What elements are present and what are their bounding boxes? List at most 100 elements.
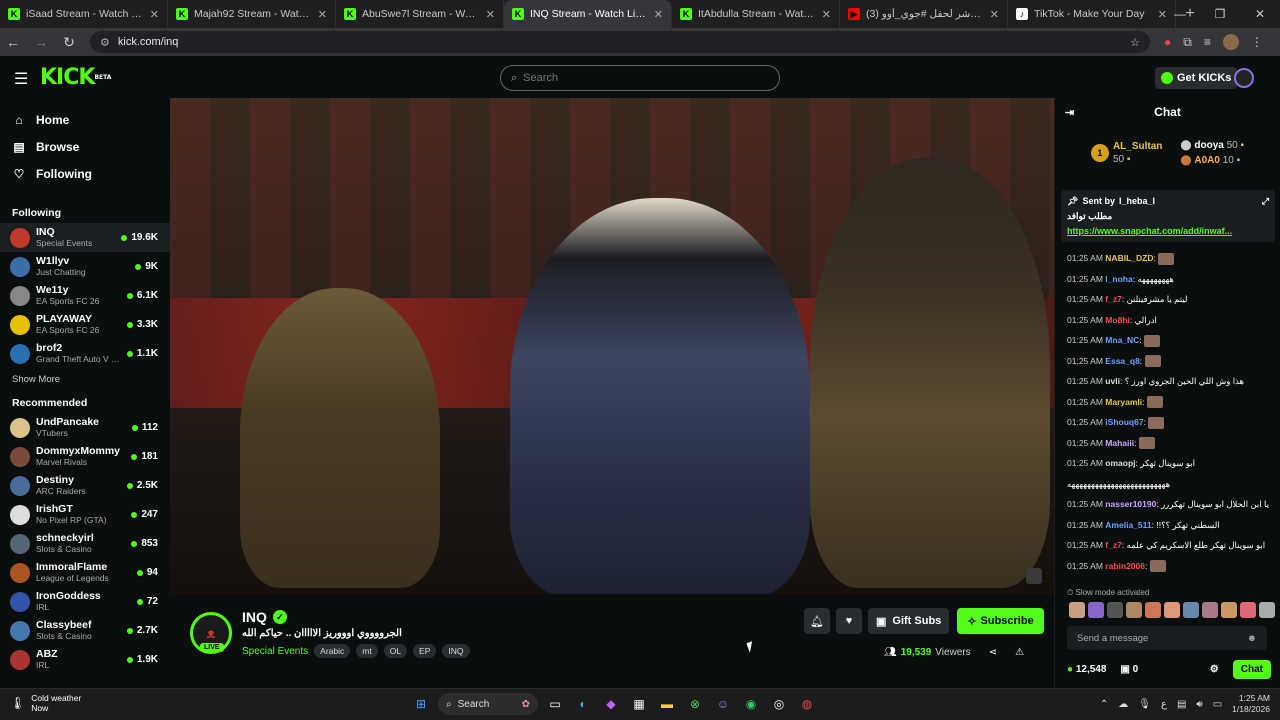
emote-button[interactable] (1088, 602, 1104, 618)
leaderboard-second[interactable]: ⬤ dooya 50 ▪ (1180, 138, 1244, 153)
tab-close-icon[interactable]: ✕ (486, 8, 495, 21)
bookmark-star-icon[interactable]: ☆ (1130, 36, 1140, 49)
browser-tab[interactable]: K ItAbdulla Stream - Watch Live ✕ (672, 0, 840, 28)
hamburger-menu-icon[interactable]: ☰ (14, 69, 28, 89)
get-kicks-button[interactable]: Get KICKs (1155, 67, 1238, 89)
kicks-balance[interactable]: ● 12,548 (1067, 664, 1106, 675)
channel-item[interactable]: schneckyirl Slots & Casino 853 (0, 529, 170, 558)
search-input[interactable] (523, 72, 744, 84)
back-icon[interactable]: ← (6, 34, 20, 50)
player-overlay-icon[interactable] (1026, 568, 1042, 584)
site-info-icon[interactable]: ⚙ (100, 36, 110, 49)
reload-icon[interactable]: ↻ (62, 34, 76, 51)
emote-button[interactable] (1183, 602, 1199, 618)
channel-item[interactable]: We11y EA Sports FC 26 6.1K (0, 281, 170, 310)
browser-tab[interactable]: KiSaad Stream - Watch Live on K ✕ (0, 0, 168, 28)
copilot-icon[interactable]: ◆ (600, 693, 622, 715)
chat-send-button[interactable]: Chat (1232, 660, 1271, 679)
stream-tag[interactable]: INQ (442, 644, 470, 658)
mic-icon[interactable]: 🎙︎ (1138, 699, 1151, 710)
network-icon[interactable]: ▤ (1177, 699, 1186, 710)
emote-button[interactable] (1069, 602, 1085, 618)
battery-icon[interactable]: ▭ (1213, 699, 1222, 710)
leaderboard-first[interactable]: 1 AL_Sultan 50 ▪ (1090, 140, 1162, 166)
weather-widget[interactable]: 🌡︎ Cold weather Now (10, 693, 81, 713)
tab-close-icon[interactable]: ✕ (318, 8, 327, 21)
stream-category-link[interactable]: Special Events (242, 646, 308, 657)
emote-button[interactable] (1126, 602, 1142, 618)
message-user[interactable]: nasser10190 (1105, 499, 1156, 509)
emote-button[interactable] (1202, 602, 1218, 618)
emote-button[interactable] (1221, 602, 1237, 618)
pinned-link[interactable]: https://www.snapchat.com/add/inwaf... (1067, 224, 1269, 239)
message-user[interactable]: uvli (1105, 376, 1120, 386)
leaderboard-third[interactable]: ⬤ A0A0 10 ▪ (1180, 153, 1244, 168)
message-user[interactable]: rabin2006 (1105, 561, 1145, 571)
stream-tag[interactable]: OL (383, 644, 408, 658)
message-user[interactable]: Mna_NC (1105, 335, 1139, 345)
message-user[interactable]: Mahaiii (1105, 438, 1134, 448)
stream-tag[interactable]: EP (413, 644, 437, 658)
cloud-icon[interactable]: ☁ (1118, 699, 1128, 710)
emote-button[interactable] (1240, 602, 1256, 618)
message-user[interactable]: Maryamli (1105, 397, 1142, 407)
gift-balance[interactable]: ▣ 0 (1120, 664, 1138, 675)
stream-tag[interactable]: mt (356, 644, 378, 658)
emote-button[interactable] (1259, 602, 1275, 618)
sidebar-item-following[interactable]: ♡ Following (0, 160, 170, 187)
message-user[interactable]: l_noha (1105, 274, 1132, 284)
tab-close-icon[interactable]: ✕ (654, 8, 663, 21)
volume-icon[interactable]: 🔊︎ (1196, 699, 1202, 710)
message-user[interactable]: iShouq67 (1105, 417, 1143, 427)
video-player[interactable] (170, 98, 1054, 594)
taskbar-search[interactable]: ⌕ Search ✿ (438, 693, 538, 715)
message-user[interactable]: f_z7 (1105, 540, 1122, 550)
show-more-link[interactable]: Show More (0, 368, 170, 389)
file-explorer-icon[interactable]: ▬ (656, 693, 678, 715)
browser-tab[interactable]: K Majah92 Stream - Watch Live o ✕ (168, 0, 336, 28)
collapse-chat-icon[interactable]: ⇥ (1065, 106, 1074, 119)
message-user[interactable]: Mo8hi (1105, 315, 1130, 325)
channel-item[interactable]: Classybeef Slots & Casino 2.7K (0, 616, 170, 645)
follow-heart-button[interactable]: ♥ (836, 608, 862, 634)
message-user[interactable]: Amelia_511 (1105, 520, 1151, 530)
channel-name[interactable]: INQ (242, 609, 267, 625)
channel-item[interactable]: ABZ IRL 1.9K (0, 645, 170, 674)
media-control-icon[interactable]: ≡ (1204, 35, 1211, 49)
channel-item[interactable]: UndPancake VTubers 112 (0, 413, 170, 442)
clock[interactable]: 1:25 AM 1/18/2026 (1232, 693, 1270, 715)
pinned-message[interactable]: 📌︎ Sent by l_heba_l ⤢ مطلب توافد https:/… (1061, 190, 1275, 242)
kick-logo[interactable]: KICKBETA (40, 67, 111, 89)
tab-close-icon[interactable]: ✕ (822, 8, 831, 21)
browser-tab[interactable]: ♪ TikTok - Make Your Day ✕ (1008, 0, 1176, 28)
edge-icon[interactable]: ◐ (572, 693, 594, 715)
report-icon[interactable]: ⚠ (1015, 647, 1024, 658)
emote-button[interactable] (1107, 602, 1123, 618)
channel-item[interactable]: brof2 Grand Theft Auto V (G... 1.1K (0, 339, 170, 368)
extensions-puzzle-icon[interactable]: ⧉ (1183, 35, 1192, 50)
browser-tab[interactable]: K INQ Stream - Watch Live on Ki ✕ (504, 0, 672, 28)
windows-start-icon[interactable]: ⊞ (410, 693, 432, 715)
stream-tag[interactable]: Arabic (314, 644, 351, 658)
xbox-icon[interactable]: ⊗ (684, 693, 706, 715)
tab-close-icon[interactable]: ✕ (150, 8, 159, 21)
message-user[interactable]: NABIL_DZD (1105, 253, 1153, 263)
emote-button[interactable] (1145, 602, 1161, 618)
message-user[interactable]: omaopj (1105, 458, 1135, 468)
channel-item[interactable]: IrishGT No Pixel RP (GTA) 247 (0, 500, 170, 529)
chat-settings-icon[interactable]: ⚙ (1210, 664, 1219, 675)
url-field[interactable]: ⚙ kick.com/inq ☆ (90, 31, 1150, 53)
tab-close-icon[interactable]: ✕ (990, 8, 999, 21)
gift-subs-button[interactable]: ▣ Gift Subs (868, 608, 950, 634)
channel-item[interactable]: INQ Special Events 19.6K (0, 223, 170, 252)
channel-item[interactable]: Destiny ARC Raiders 2.5K (0, 471, 170, 500)
emote-button[interactable] (1164, 602, 1180, 618)
discord-icon[interactable]: ☺ (712, 693, 734, 715)
whatsapp-icon[interactable]: ◉ (740, 693, 762, 715)
tray-overflow-icon[interactable]: ⌃ (1100, 699, 1108, 710)
browser-tab[interactable]: K AbuSwe7l Stream - Watch Live ✕ (336, 0, 504, 28)
browser-menu-icon[interactable]: ⋮ (1251, 35, 1263, 49)
message-user[interactable]: Essa_q8 (1105, 356, 1140, 366)
browser-tab[interactable]: ▶ (3) البث المباشر لحفل #جوي_أوو ✕ (840, 0, 1008, 28)
chrome-icon[interactable]: ◍ (796, 693, 818, 715)
